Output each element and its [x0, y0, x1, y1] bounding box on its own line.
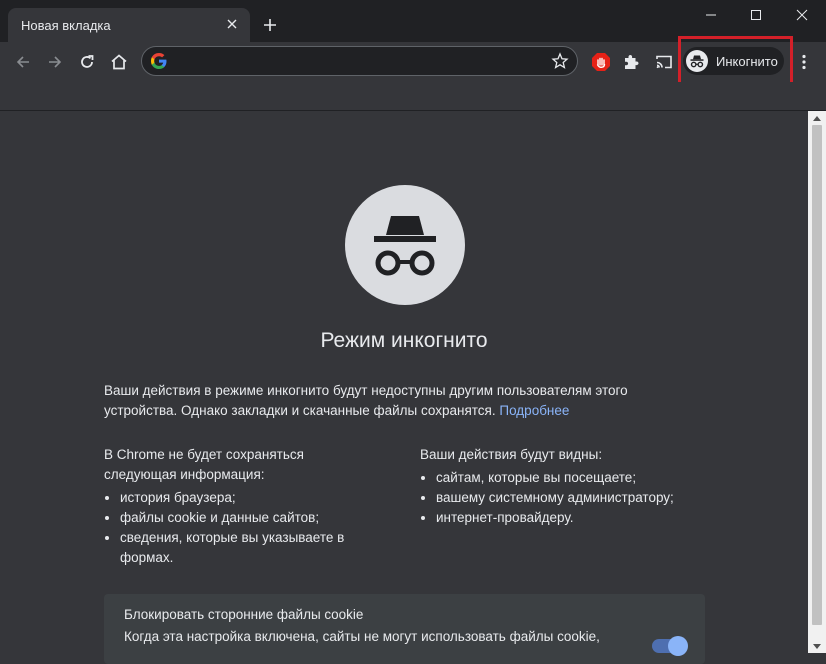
visible-to-section: Ваши действия будут видны: сайтам, котор…: [420, 445, 710, 528]
arrow-right-icon: [49, 56, 62, 68]
tab-title: Новая вкладка: [21, 18, 111, 33]
cast-icon: [656, 55, 672, 69]
extensions-button[interactable]: [619, 50, 643, 74]
visible-to-list: сайтам, которые вы посещаете; вашему сис…: [420, 468, 710, 528]
profile-label: Инкогнито: [716, 53, 778, 69]
incognito-icon: [374, 216, 436, 276]
incognito-profile-button[interactable]: Инкогнито: [683, 47, 784, 75]
menu-button[interactable]: [794, 50, 814, 74]
list-item: файлы cookie и данные сайтов;: [120, 508, 379, 528]
close-window-button[interactable]: [779, 0, 825, 30]
close-icon[interactable]: [222, 14, 242, 34]
ad-block-extension-button[interactable]: [589, 50, 613, 74]
scroll-up-arrow-icon[interactable]: [812, 113, 822, 123]
toggle-knob: [668, 636, 688, 656]
cookie-card-description: Когда эта настройка включена, сайты не м…: [124, 629, 600, 644]
forward-button[interactable]: [39, 46, 71, 78]
cast-button[interactable]: [652, 50, 676, 74]
third-party-cookies-card: Блокировать сторонние файлы cookie Когда…: [104, 594, 705, 664]
omnibox[interactable]: [141, 46, 578, 76]
home-icon: [111, 54, 127, 70]
incognito-avatar: [686, 50, 708, 72]
incognito-hero-icon: [345, 185, 465, 305]
page-title: Режим инкогнито: [320, 329, 488, 352]
scroll-down-arrow-icon[interactable]: [812, 641, 822, 651]
not-saved-heading: В Chrome не будет сохраняться следующая …: [104, 447, 304, 482]
three-dots-icon: [802, 54, 806, 70]
arrow-left-icon: [16, 56, 29, 68]
new-tab-button[interactable]: [258, 13, 282, 37]
block-cookies-toggle[interactable]: [652, 636, 688, 656]
incognito-icon: [690, 55, 704, 68]
cookie-card-title: Блокировать сторонние файлы cookie: [124, 607, 364, 622]
visible-to-heading: Ваши действия будут видны:: [420, 447, 603, 462]
stop-hand-icon: [592, 53, 610, 71]
scrollbar[interactable]: [808, 111, 826, 653]
incognito-page: Режим инкогнито Ваши действия в режиме и…: [0, 111, 808, 664]
list-item: интернет-провайдеру.: [436, 508, 710, 528]
star-icon[interactable]: [551, 52, 569, 70]
learn-more-link[interactable]: Подробнее: [499, 403, 569, 418]
list-item: сведения, которые вы указываете в формах…: [120, 528, 379, 568]
google-icon: [151, 53, 167, 69]
back-button[interactable]: [7, 46, 39, 78]
scrollbar-thumb[interactable]: [812, 125, 822, 625]
intro-text: Ваши действия в режиме инкогнито будут н…: [104, 381, 704, 421]
reload-button[interactable]: [71, 46, 103, 78]
tab-new-tab[interactable]: Новая вкладка: [8, 8, 250, 42]
toolbar: Инкогнито: [0, 42, 826, 82]
bookmarks-bar: [0, 82, 826, 111]
home-button[interactable]: [103, 46, 135, 78]
not-saved-section: В Chrome не будет сохраняться следующая …: [104, 445, 379, 568]
not-saved-list: история браузера; файлы cookie и данные …: [104, 488, 379, 568]
puzzle-icon: [625, 55, 639, 69]
list-item: вашему системному администратору;: [436, 488, 710, 508]
list-item: сайтам, которые вы посещаете;: [436, 468, 710, 488]
maximize-button[interactable]: [733, 0, 779, 30]
minimize-button[interactable]: [688, 0, 734, 30]
reload-icon: [81, 55, 94, 68]
address-input[interactable]: [176, 51, 550, 73]
list-item: история браузера;: [120, 488, 379, 508]
title-bar: Новая вкладка: [0, 0, 826, 42]
